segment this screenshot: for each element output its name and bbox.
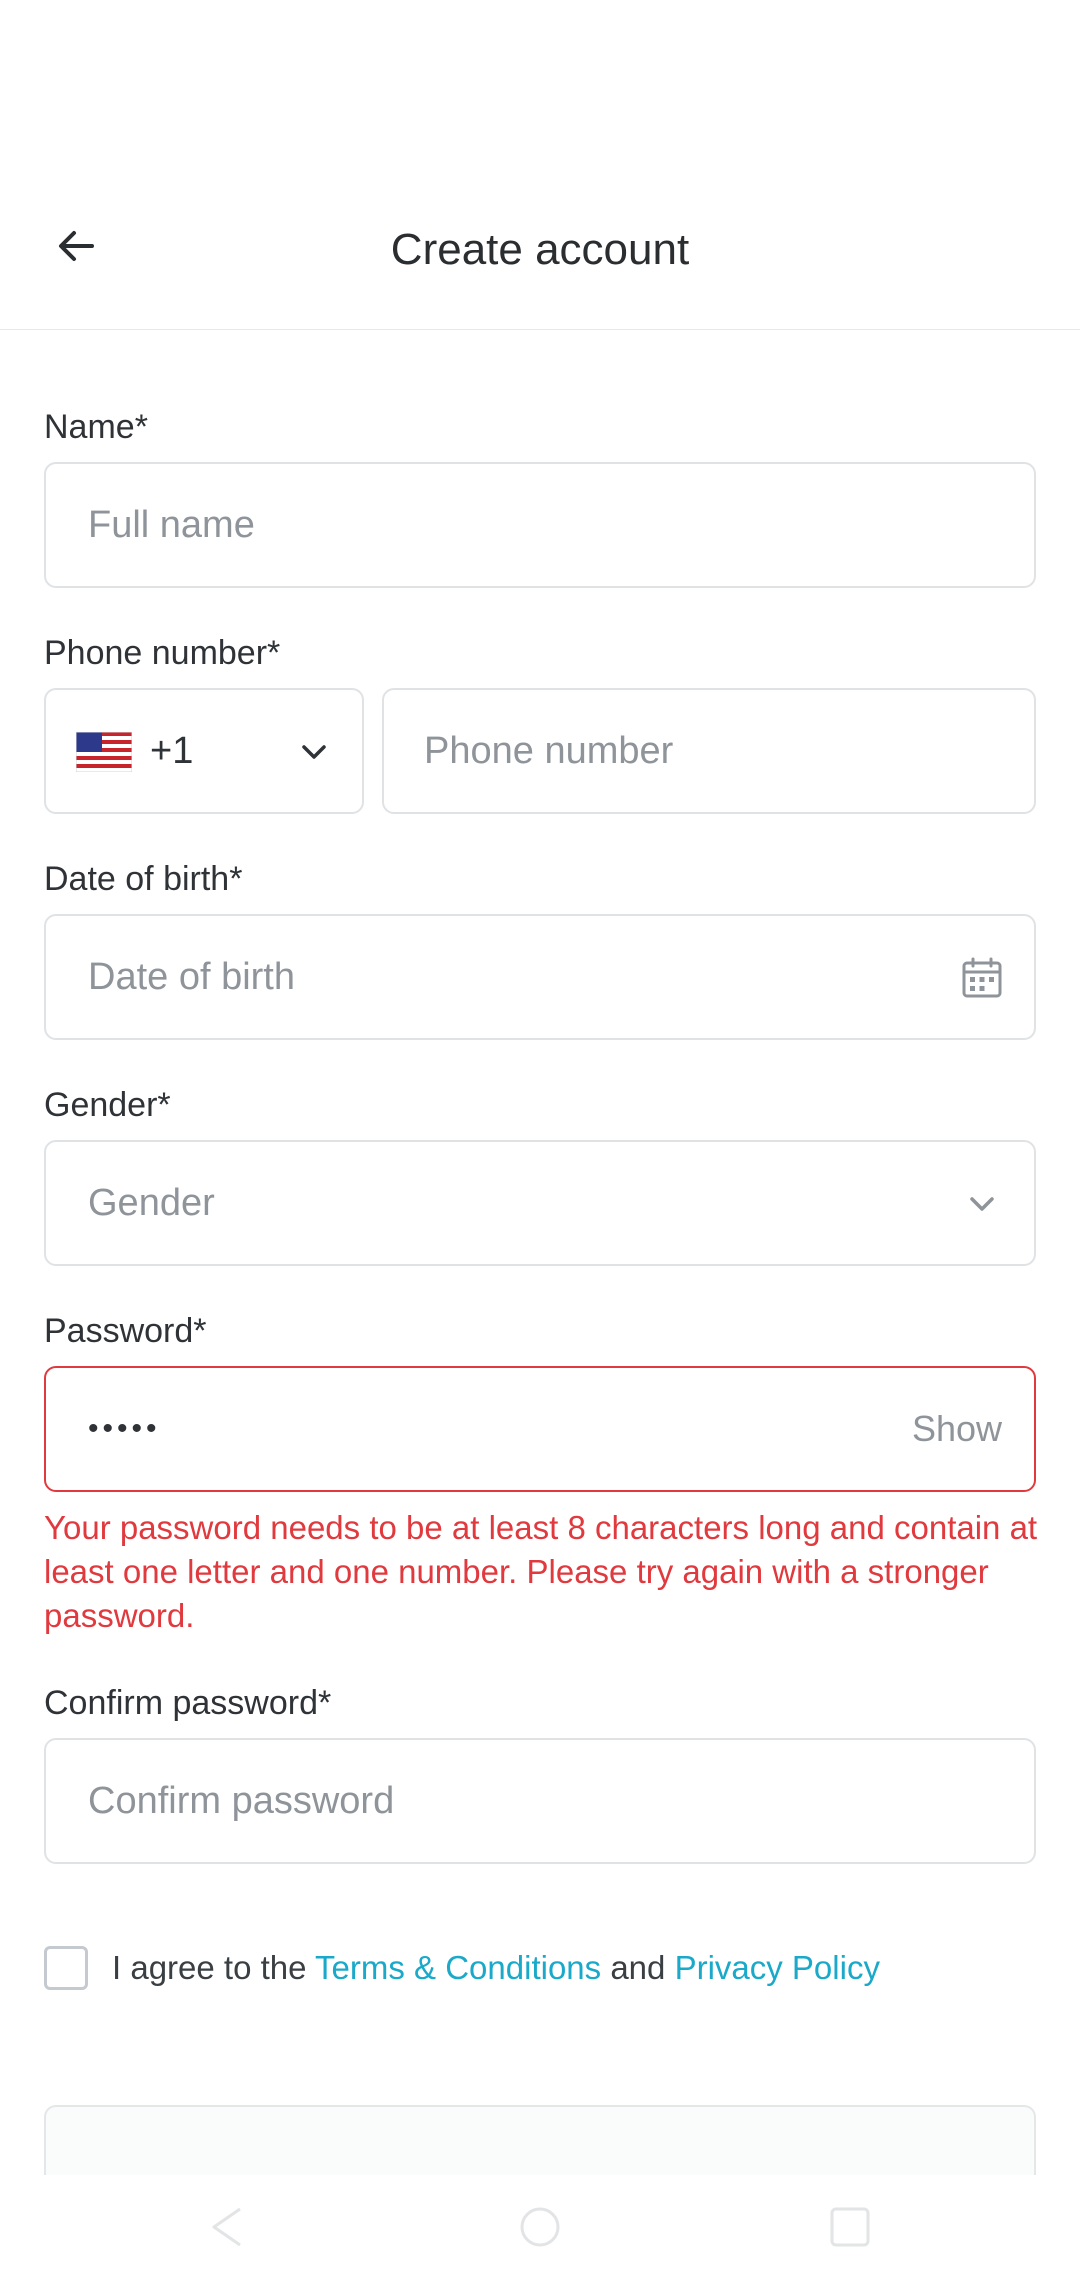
name-input[interactable]: Full name [44,462,1036,588]
nav-home-icon[interactable] [512,2199,568,2255]
confirm-password-input[interactable]: Confirm password [44,1738,1036,1864]
app-header: Create account [0,170,1080,330]
page-title: Create account [390,225,690,274]
dob-input[interactable]: Date of birth [44,914,1036,1040]
dob-placeholder: Date of birth [88,956,295,998]
gender-label: Gender* [44,1086,171,1124]
password-value: ••••• [88,1412,161,1445]
confirm-password-label: Confirm password* [44,1684,332,1722]
show-password-toggle[interactable]: Show [912,1368,1002,1490]
password-error-message: Your password needs to be at least 8 cha… [44,1509,1038,1634]
nav-recents-icon[interactable] [822,2199,878,2255]
phone-input[interactable]: Phone number [382,688,1036,814]
create-account-button[interactable] [44,2105,1036,2175]
country-code-select[interactable]: +1 [44,688,364,814]
name-placeholder: Full name [88,504,255,546]
phone-placeholder: Phone number [424,730,674,772]
terms-checkbox[interactable] [44,1946,88,1990]
gender-select[interactable]: Gender [44,1140,1036,1266]
nav-back-icon[interactable] [200,2199,256,2255]
phone-label: Phone number* [44,634,281,672]
chevron-down-icon [302,745,326,759]
password-input[interactable]: ••••• Show [44,1366,1036,1492]
system-nav-bar [0,2175,1080,2280]
terms-row: I agree to the Terms & Conditions and Pr… [44,1938,880,1998]
us-flag-icon [76,732,132,772]
confirm-password-placeholder: Confirm password [88,1780,395,1822]
terms-prefix: I agree to the [112,1949,316,1986]
terms-conjunction: and [601,1949,675,1986]
chevron-down-icon [970,1197,994,1211]
password-label: Password* [44,1312,207,1350]
terms-link[interactable]: Terms & Conditions [315,1949,601,1986]
calendar-icon [962,957,1002,998]
dob-label: Date of birth* [44,860,243,898]
privacy-link[interactable]: Privacy Policy [675,1949,880,1986]
gender-placeholder: Gender [88,1182,215,1224]
name-label: Name* [44,408,148,446]
dial-code: +1 [150,730,194,772]
terms-text: I agree to the Terms & Conditions and Pr… [112,1949,880,1987]
